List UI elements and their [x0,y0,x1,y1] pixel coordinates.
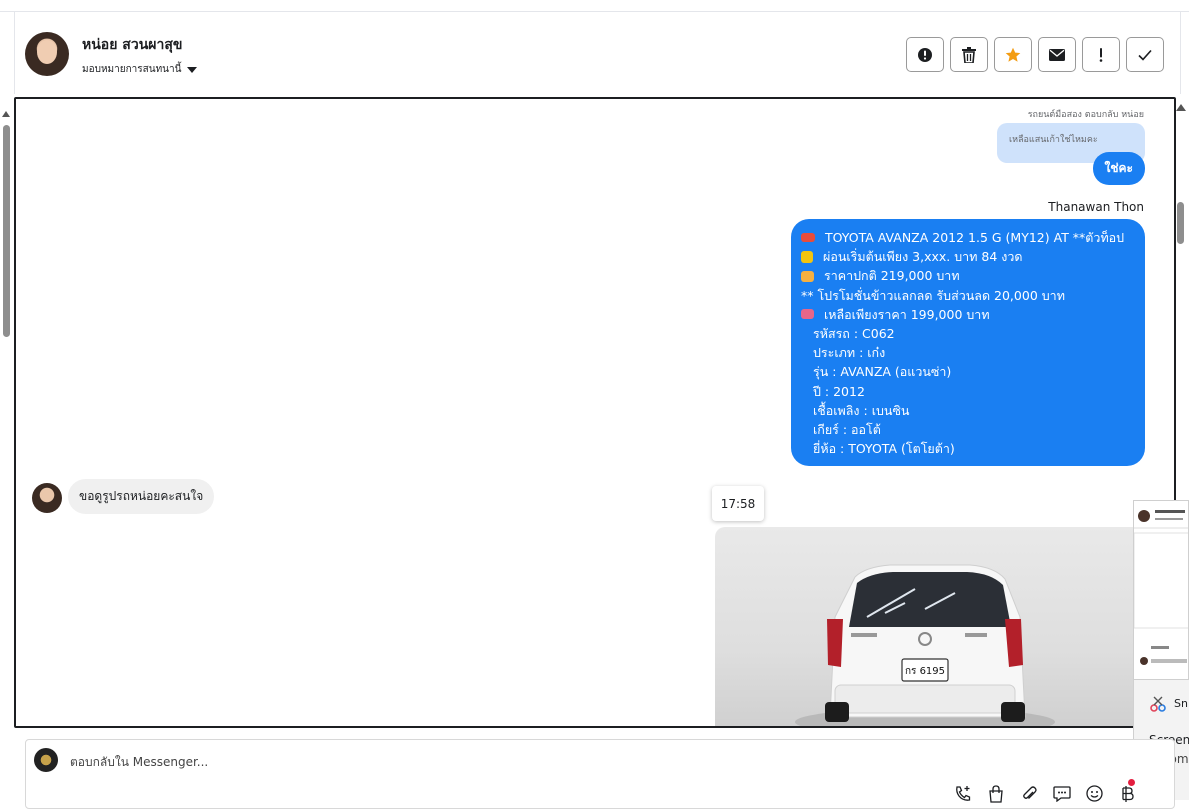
exclamation-icon [1099,47,1103,62]
caret-down-icon [187,66,198,73]
left-scrollbar[interactable] [0,105,12,725]
car-image: กร 6195 [795,564,1055,726]
outgoing-reply-bubble[interactable]: ใช่คะ [1092,152,1145,185]
scroll-up-arrow-icon[interactable] [1176,104,1186,111]
mark-done-button[interactable] [1126,37,1164,72]
listing-year: ปี : 2012 [813,383,865,399]
scroll-up-arrow-icon[interactable] [2,111,10,117]
top-bar [0,0,1189,12]
payment-button[interactable] [1117,783,1138,804]
saved-replies-button[interactable] [1051,783,1072,804]
listing-final-price-line: เหลือเพียงราคา 199,000 บาท [801,305,1135,324]
call-button[interactable] [952,783,973,804]
snipping-tool-icon [1150,696,1166,712]
shop-button[interactable] [985,783,1006,804]
listing-gear: เกียร์ : ออโต้ [813,422,881,438]
check-icon [1138,49,1152,61]
listing-brand: ยี่ห้อ : TOYOTA (โตโยต้า) [813,441,955,457]
snipping-tool-title: Snipping Tool [1174,697,1189,710]
alert-circle-icon [918,47,932,62]
listing-installment-line: ผ่อนเริ่มต้นเพียง 3,xxx. บาท 84 งวด [801,247,1135,266]
car-photo[interactable]: กร 6195 [715,527,1133,726]
conversation-actions [906,37,1164,72]
report-button[interactable] [906,37,944,72]
listing-model: รุ่น : AVANZA (อแวนซ่า) [813,364,952,380]
assign-conversation-dropdown[interactable]: มอบหมายการสนทนานี้ [82,62,198,77]
contact-name[interactable]: หน่อย สวนผาสุข [82,34,182,56]
chat-panel: รถยนต์มือสอง ตอบกลับ หน่อย เหลือแสนเก้าใ… [14,97,1176,728]
listing-type: ประเภท : เก๋ง [813,345,886,361]
composer-toolbar [952,783,1138,804]
mark-spam-button[interactable] [1082,37,1120,72]
delete-button[interactable] [950,37,988,72]
message-input[interactable] [70,752,670,772]
sparkles-emoji-icon [801,250,813,263]
emoji-icon [1086,785,1103,802]
mark-unread-button[interactable] [1038,37,1076,72]
assign-label: มอบหมายการสนทนานี้ [82,64,182,75]
screenshot-thumbnail[interactable] [1133,500,1189,680]
listing-message-bubble[interactable]: TOYOTA AVANZA 2012 1.5 G (MY12) AT **ตัว… [791,219,1145,466]
sender-name: Thanawan Thon [1048,200,1144,214]
divider-right [1180,12,1181,94]
attach-button[interactable] [1018,783,1039,804]
scrollbar-thumb[interactable] [1177,202,1184,244]
chat-bubble-icon [1052,785,1071,802]
divider-left [14,12,15,94]
listing-fuel: เชื้อเพลิง : เบนซิน [813,402,910,418]
scrollbar-thumb[interactable] [3,125,10,337]
listing-promo-line: ** โปรโมชั่นข้าวแลกลด รับส่วนลด 20,000 บ… [801,287,1065,303]
license-plate: กร 6195 [905,666,945,677]
ribbon-emoji-icon [801,309,814,320]
envelope-icon [1049,48,1065,61]
page-avatar [34,748,58,772]
car-emoji-icon [801,233,815,243]
screenshot-preview-image [1134,510,1188,665]
listing-normal-price-line: ราคาปกติ 219,000 บาท [801,266,1135,285]
timestamp-tooltip: 17:58 [712,486,764,521]
contact-avatar[interactable] [25,32,69,76]
reply-reference: รถยนต์มือสอง ตอบกลับ หน่อย [1027,110,1144,120]
star-button[interactable] [994,37,1032,72]
listing-code: รหัสรถ : C062 [813,326,895,342]
listing-title-line: TOYOTA AVANZA 2012 1.5 G (MY12) AT **ตัว… [801,228,1135,247]
bell-emoji-icon [801,270,814,282]
right-scrollbar[interactable] [1175,100,1187,244]
incoming-message-bubble[interactable]: ขอดูรูปรถหน่อยคะสนใจ [68,479,215,514]
incoming-avatar[interactable] [32,483,62,513]
star-icon [1005,47,1021,62]
emoji-button[interactable] [1084,783,1105,804]
notification-badge [1128,779,1135,786]
trash-icon [962,46,976,63]
